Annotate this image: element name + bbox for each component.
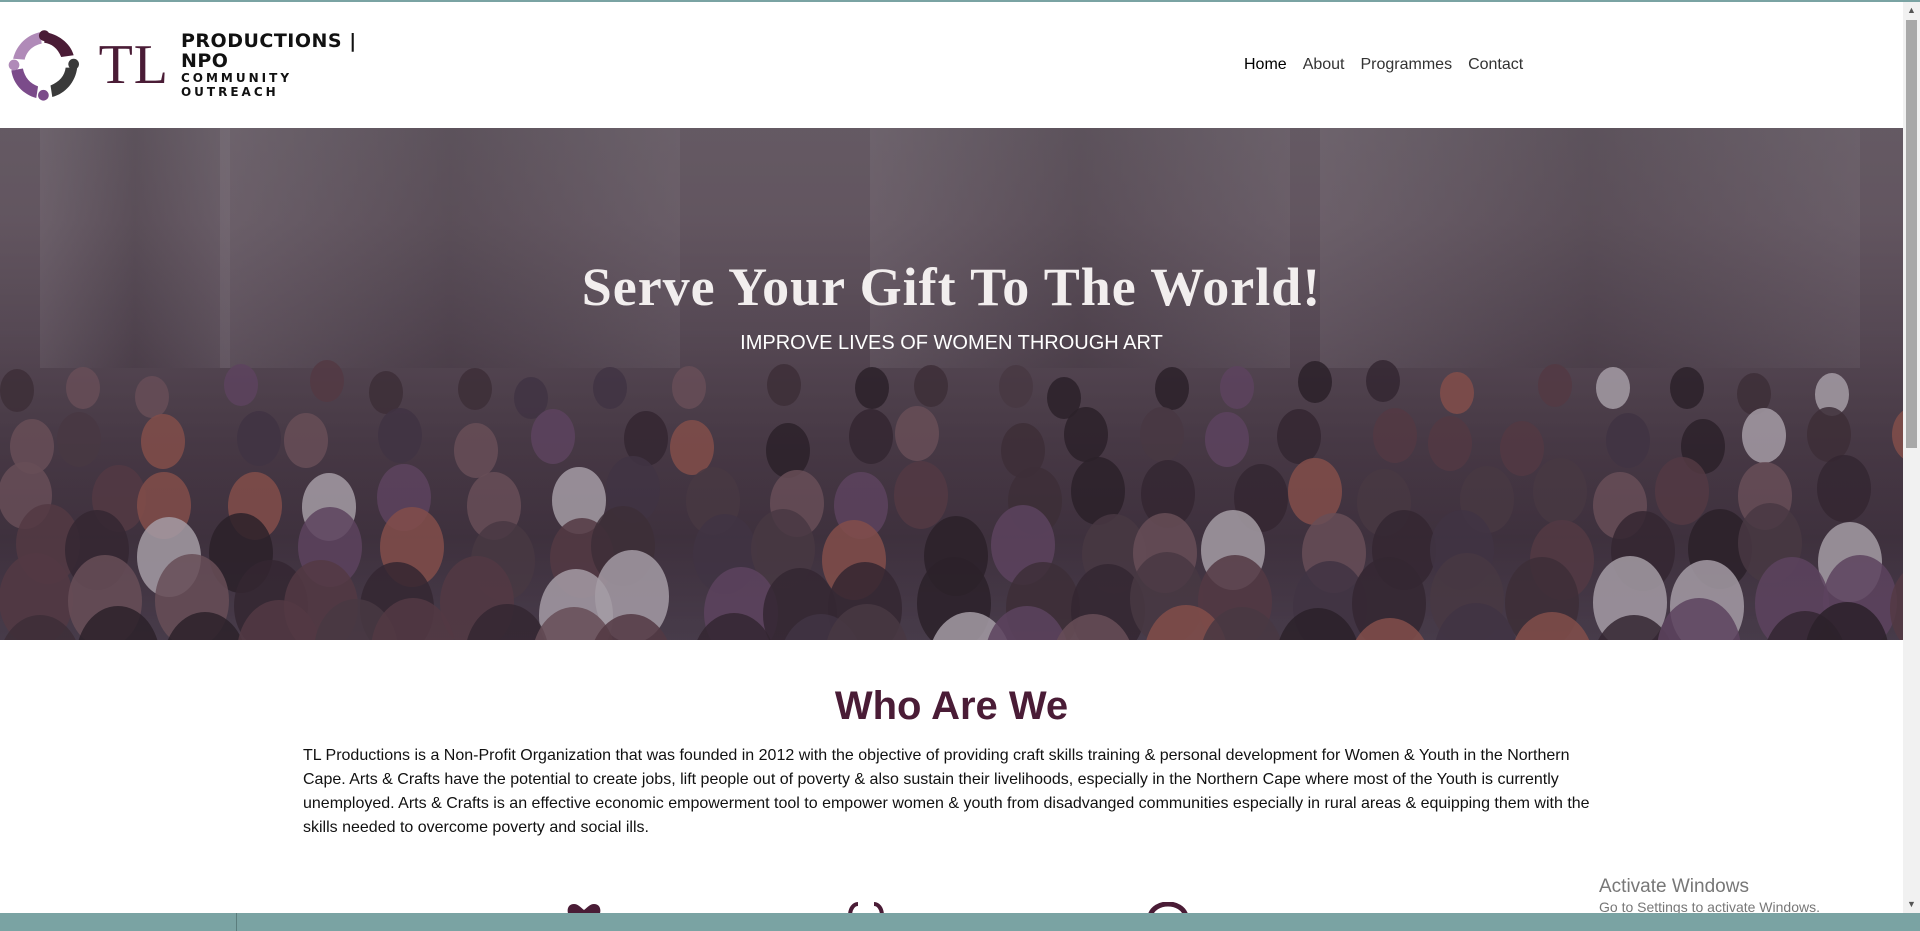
site-logo[interactable]: TL PRODUCTIONS | NPO COMMUNITY OUTREACH bbox=[6, 22, 386, 108]
taskbar-divider bbox=[236, 913, 237, 931]
hero-background-photo bbox=[0, 128, 1903, 640]
browser-viewport: TL PRODUCTIONS | NPO COMMUNITY OUTREACH … bbox=[0, 2, 1903, 913]
hero-banner: Serve Your Gift To The World! IMPROVE LI… bbox=[0, 128, 1903, 640]
logo-name-line1: PRODUCTIONS | NPO bbox=[180, 30, 357, 72]
hero-subtitle: IMPROVE LIVES OF WOMEN THROUGH ART bbox=[740, 332, 1163, 354]
taskbar-strip bbox=[0, 913, 1920, 931]
hero-title: Serve Your Gift To The World! bbox=[581, 257, 1322, 317]
logo-wordmark: PRODUCTIONS | NPO COMMUNITY OUTREACH bbox=[181, 31, 386, 99]
scroll-up-arrow-icon[interactable]: ▲ bbox=[1903, 2, 1920, 19]
circle-icon bbox=[1148, 902, 1188, 913]
hero-overlay bbox=[0, 128, 1903, 640]
logo-name-line2: COMMUNITY OUTREACH bbox=[180, 71, 293, 99]
main-nav: Home About Programmes Contact bbox=[1236, 54, 1531, 76]
watermark-title: Activate Windows bbox=[1599, 876, 1749, 897]
about-heading: Who Are We bbox=[834, 684, 1069, 728]
about-description: TL Productions is a Non-Profit Organizat… bbox=[303, 747, 1590, 836]
hands-icon bbox=[848, 902, 884, 913]
scroll-down-arrow-icon[interactable]: ▼ bbox=[1903, 896, 1920, 913]
nav-programmes[interactable]: Programmes bbox=[1353, 54, 1461, 76]
windows-activation-watermark: Activate Windows Go to Settings to activ… bbox=[1599, 876, 1820, 916]
nav-about[interactable]: About bbox=[1295, 54, 1353, 76]
heart-icon bbox=[567, 904, 601, 913]
site-header: TL PRODUCTIONS | NPO COMMUNITY OUTREACH … bbox=[0, 2, 1903, 128]
nav-home[interactable]: Home bbox=[1236, 54, 1295, 76]
logo-people-circle-icon bbox=[8, 30, 80, 101]
vertical-scrollbar[interactable]: ▲ ▼ bbox=[1903, 2, 1920, 913]
scrollbar-thumb[interactable] bbox=[1906, 20, 1917, 448]
logo-initials: TL bbox=[98, 34, 169, 96]
nav-contact[interactable]: Contact bbox=[1460, 54, 1531, 76]
